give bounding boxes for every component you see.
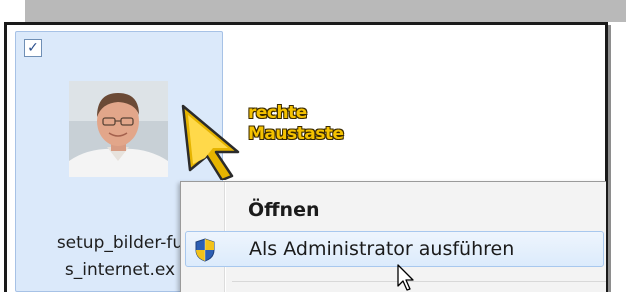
right-mouse-button-callout: rechte Maustaste	[248, 103, 344, 145]
callout-line-1: rechte	[248, 103, 307, 123]
file-checkbox[interactable]: ✓	[24, 39, 42, 57]
callout-line-2: Maustaste	[248, 124, 344, 144]
file-thumbnail[interactable]	[69, 81, 168, 177]
uac-shield-icon	[195, 238, 215, 262]
menu-separator	[232, 281, 606, 282]
portrait-thumbnail-icon	[69, 81, 168, 177]
menu-item-open[interactable]: Öffnen	[185, 193, 604, 229]
large-pointer-cursor-icon	[181, 104, 240, 180]
check-icon: ✓	[27, 40, 39, 56]
menu-item-open-label: Öffnen	[248, 199, 320, 221]
menu-item-run-as-administrator[interactable]: Als Administrator ausführen	[185, 231, 604, 267]
background-window-strip	[25, 0, 626, 22]
mouse-pointer-icon	[397, 264, 414, 291]
menu-item-run-as-administrator-label: Als Administrator ausführen	[249, 238, 515, 260]
